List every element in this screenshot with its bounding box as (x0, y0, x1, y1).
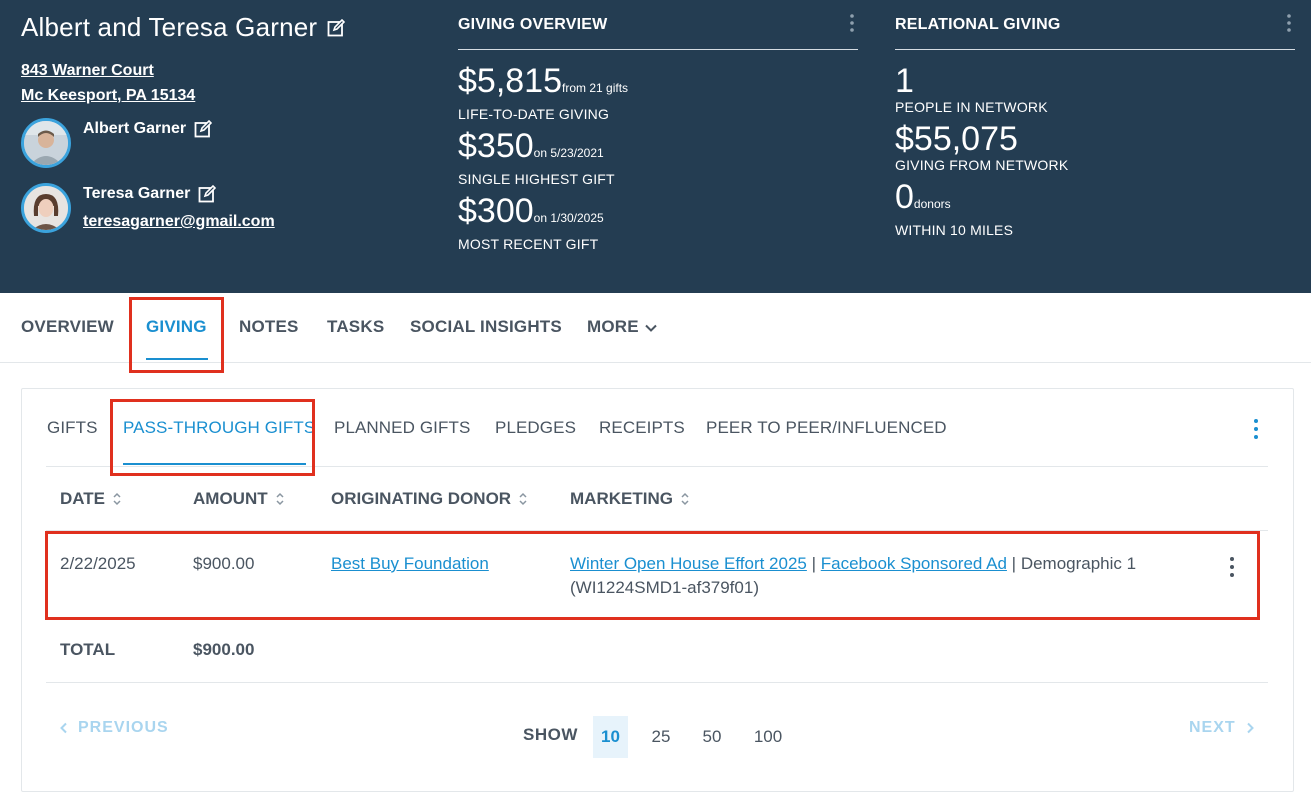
network-people-stat: 1 (895, 62, 914, 100)
highest-gift-stat: $350on 5/23/2021 (458, 127, 604, 165)
show-label: SHOW (523, 725, 578, 744)
col-header-amount[interactable]: AMOUNT (193, 489, 284, 509)
subtab-peer-to-peer[interactable]: PEER TO PEER/INFLUENCED (706, 418, 947, 438)
tab-social-insights[interactable]: SOCIAL INSIGHTS (410, 317, 562, 337)
subtab-gifts[interactable]: GIFTS (47, 418, 98, 438)
appeal-link[interactable]: Facebook Sponsored Ad (821, 554, 1007, 573)
donor-name: Albert and Teresa Garner (21, 12, 318, 42)
stat-label: WITHIN 10 MILES (895, 222, 1014, 238)
col-header-date[interactable]: DATE (60, 489, 121, 509)
person-email-link[interactable]: teresagarner@gmail.com (83, 213, 275, 231)
sort-icon (681, 492, 689, 506)
col-header-marketing[interactable]: MARKETING (570, 489, 689, 509)
chevron-right-icon (1246, 722, 1254, 734)
subtab-pledges[interactable]: PLEDGES (495, 418, 576, 438)
row-more-options-icon[interactable] (1225, 556, 1239, 578)
total-value: $900.00 (193, 640, 255, 659)
recent-gift-stat: $300on 1/30/2025 (458, 192, 604, 230)
campaign-link[interactable]: Winter Open House Effort 2025 (570, 554, 807, 573)
col-header-label: AMOUNT (193, 489, 268, 508)
person-name[interactable]: Teresa Garner (83, 185, 190, 203)
edit-icon[interactable] (194, 120, 213, 138)
page-size-25[interactable]: 25 (646, 716, 676, 758)
tab-notes[interactable]: NOTES (239, 317, 299, 337)
chevron-down-icon (645, 324, 657, 332)
more-options-icon[interactable] (846, 14, 858, 36)
avatar[interactable] (21, 118, 71, 168)
subtab-receipts[interactable]: RECEIPTS (599, 418, 685, 438)
originating-donor-link[interactable]: Best Buy Foundation (331, 554, 489, 573)
page-size-100[interactable]: 100 (748, 716, 788, 758)
tab-overview[interactable]: OVERVIEW (21, 317, 114, 337)
chevron-left-icon (60, 722, 67, 734)
previous-page-button[interactable]: PREVIOUS (60, 719, 169, 737)
relational-giving-panel: RELATIONAL GIVING 1 PEOPLE IN NETWORK $5… (895, 12, 1295, 244)
col-header-label: DATE (60, 489, 106, 508)
giving-overview-panel: GIVING OVERVIEW $5,815from 21 gifts LIFE… (458, 12, 858, 258)
person-teresa: Teresa Garner teresagarner@gmail.com (21, 183, 275, 233)
next-label: NEXT (1189, 719, 1236, 736)
separator: | (806, 554, 821, 573)
divider (458, 49, 858, 50)
nearby-donors-stat: 0donors (895, 178, 951, 216)
sort-icon (519, 492, 527, 506)
cell-amount: $900.00 (193, 554, 255, 573)
tab-giving[interactable]: GIVING (146, 317, 207, 337)
stat-label: MOST RECENT GIFT (458, 236, 599, 252)
cell-marketing: Winter Open House Effort 2025 | Facebook… (570, 552, 1210, 600)
stat-label: SINGLE HIGHEST GIFT (458, 171, 615, 187)
active-tab-indicator (146, 358, 208, 360)
cell-date: 2/22/2025 (60, 554, 136, 573)
tab-tasks[interactable]: TASKS (327, 317, 384, 337)
page-size-10[interactable]: 10 (593, 716, 628, 758)
divider (46, 466, 1268, 467)
person-name[interactable]: Albert Garner (83, 120, 186, 138)
donor-header: Albert and Teresa Garner 843 Warner Cour… (0, 0, 1311, 293)
person-name-row: Albert Garner (83, 120, 213, 138)
divider (46, 682, 1268, 683)
subtab-planned-gifts[interactable]: PLANNED GIFTS (334, 418, 470, 438)
previous-label: PREVIOUS (78, 719, 169, 736)
edit-icon[interactable] (198, 185, 217, 203)
active-subtab-indicator (123, 463, 306, 465)
donor-name-row: Albert and Teresa Garner (21, 12, 346, 43)
sort-icon (276, 492, 284, 506)
more-options-icon[interactable] (1249, 418, 1263, 440)
col-header-label: MARKETING (570, 489, 673, 508)
cell-originating-donor: Best Buy Foundation (331, 552, 489, 576)
avatar[interactable] (21, 183, 71, 233)
main-tab-bar: OVERVIEW GIVING NOTES TASKS SOCIAL INSIG… (0, 293, 1311, 363)
sort-icon (113, 492, 121, 506)
separator: | (1006, 554, 1021, 573)
stat-label: GIVING FROM NETWORK (895, 157, 1069, 173)
source-code: (WI1224SMD1-af379f01) (570, 578, 759, 597)
more-options-icon[interactable] (1283, 14, 1295, 36)
subtab-pass-through-gifts[interactable]: PASS-THROUGH GIFTS (123, 418, 315, 438)
package-text: Demographic 1 (1020, 554, 1137, 573)
address-line-1[interactable]: 843 Warner Court (21, 62, 154, 80)
panel-title: GIVING OVERVIEW (458, 16, 608, 33)
panel-title: RELATIONAL GIVING (895, 16, 1061, 33)
address-line-2[interactable]: Mc Keesport, PA 15134 (21, 87, 195, 105)
tab-more-label: MORE (587, 317, 639, 336)
network-giving-stat: $55,075 (895, 120, 1018, 158)
page-size-50[interactable]: 50 (697, 716, 727, 758)
person-name-row: Teresa Garner (83, 185, 275, 203)
stat-label: PEOPLE IN NETWORK (895, 99, 1048, 115)
col-header-originating-donor[interactable]: ORIGINATING DONOR (331, 489, 527, 509)
divider (895, 49, 1295, 50)
lifetime-stat: $5,815from 21 gifts (458, 62, 629, 100)
edit-icon[interactable] (327, 18, 346, 37)
col-header-label: ORIGINATING DONOR (331, 489, 512, 508)
person-albert: Albert Garner (21, 118, 213, 168)
tab-more[interactable]: MORE (587, 317, 657, 337)
stat-label: LIFE-TO-DATE GIVING (458, 106, 610, 122)
next-page-button[interactable]: NEXT (1189, 719, 1254, 737)
divider (46, 530, 1268, 531)
total-label: TOTAL (60, 640, 116, 659)
